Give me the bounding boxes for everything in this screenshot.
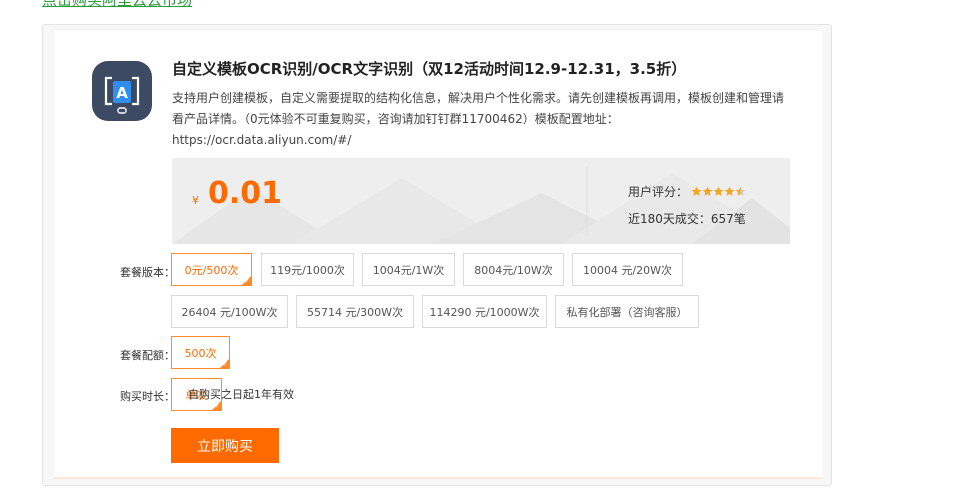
star-icon [724,186,735,196]
version-option-2[interactable]: 1004元/1W次 [362,253,455,286]
product-description: 支持用户创建模板，自定义需要提取的结构化信息，解决用户个性化需求。请先创建模板再… [172,91,785,147]
duration-label: 购买时长： [120,390,175,403]
package-version-label: 套餐版本： [120,266,175,279]
quota-option-0[interactable]: 500次 ✓ [171,336,230,369]
price-value: 0.01 [208,176,283,211]
version-option-6[interactable]: 55714 元/300W次 [296,295,414,328]
currency-symbol: ¥ [192,194,199,207]
version-option-5[interactable]: 26404 元/100W次 [171,295,288,328]
version-option-3[interactable]: 8004元/10W次 [463,253,564,286]
svg-text:A: A [116,84,128,102]
package-quota-label: 套餐配额： [120,349,175,362]
product-title: 自定义模板OCR识别/OCR文字识别（双12活动时间12.9-12.31，3.5… [172,60,687,78]
star-icon [702,186,713,196]
version-option-1[interactable]: 119元/1000次 [261,253,354,286]
version-option-8[interactable]: 私有化部署（咨询客服） [555,295,699,328]
buy-now-button[interactable]: 立即购买 [171,428,279,463]
validity-note: 自购买之日起1年有效 [188,388,294,401]
ocr-scan-logo-icon: A [92,61,152,121]
star-icon [735,186,746,196]
price-panel: ¥ 0.01 用户评分： 近180天成交：657笔 [172,158,790,244]
version-option-7[interactable]: 114290 元/1000W次 [422,295,547,328]
user-rating: 用户评分： [628,183,746,200]
sales-count: 近180天成交：657笔 [628,212,746,226]
version-option-4[interactable]: 10004 元/20W次 [572,253,683,286]
rating-stars [691,186,746,197]
rating-label: 用户评分： [628,185,689,199]
star-icon [691,186,702,196]
star-icon [713,186,724,196]
top-link[interactable]: 点击购买阿里云云市场 [42,0,192,10]
version-option-0[interactable]: 0元/500次 ✓ [171,253,252,286]
